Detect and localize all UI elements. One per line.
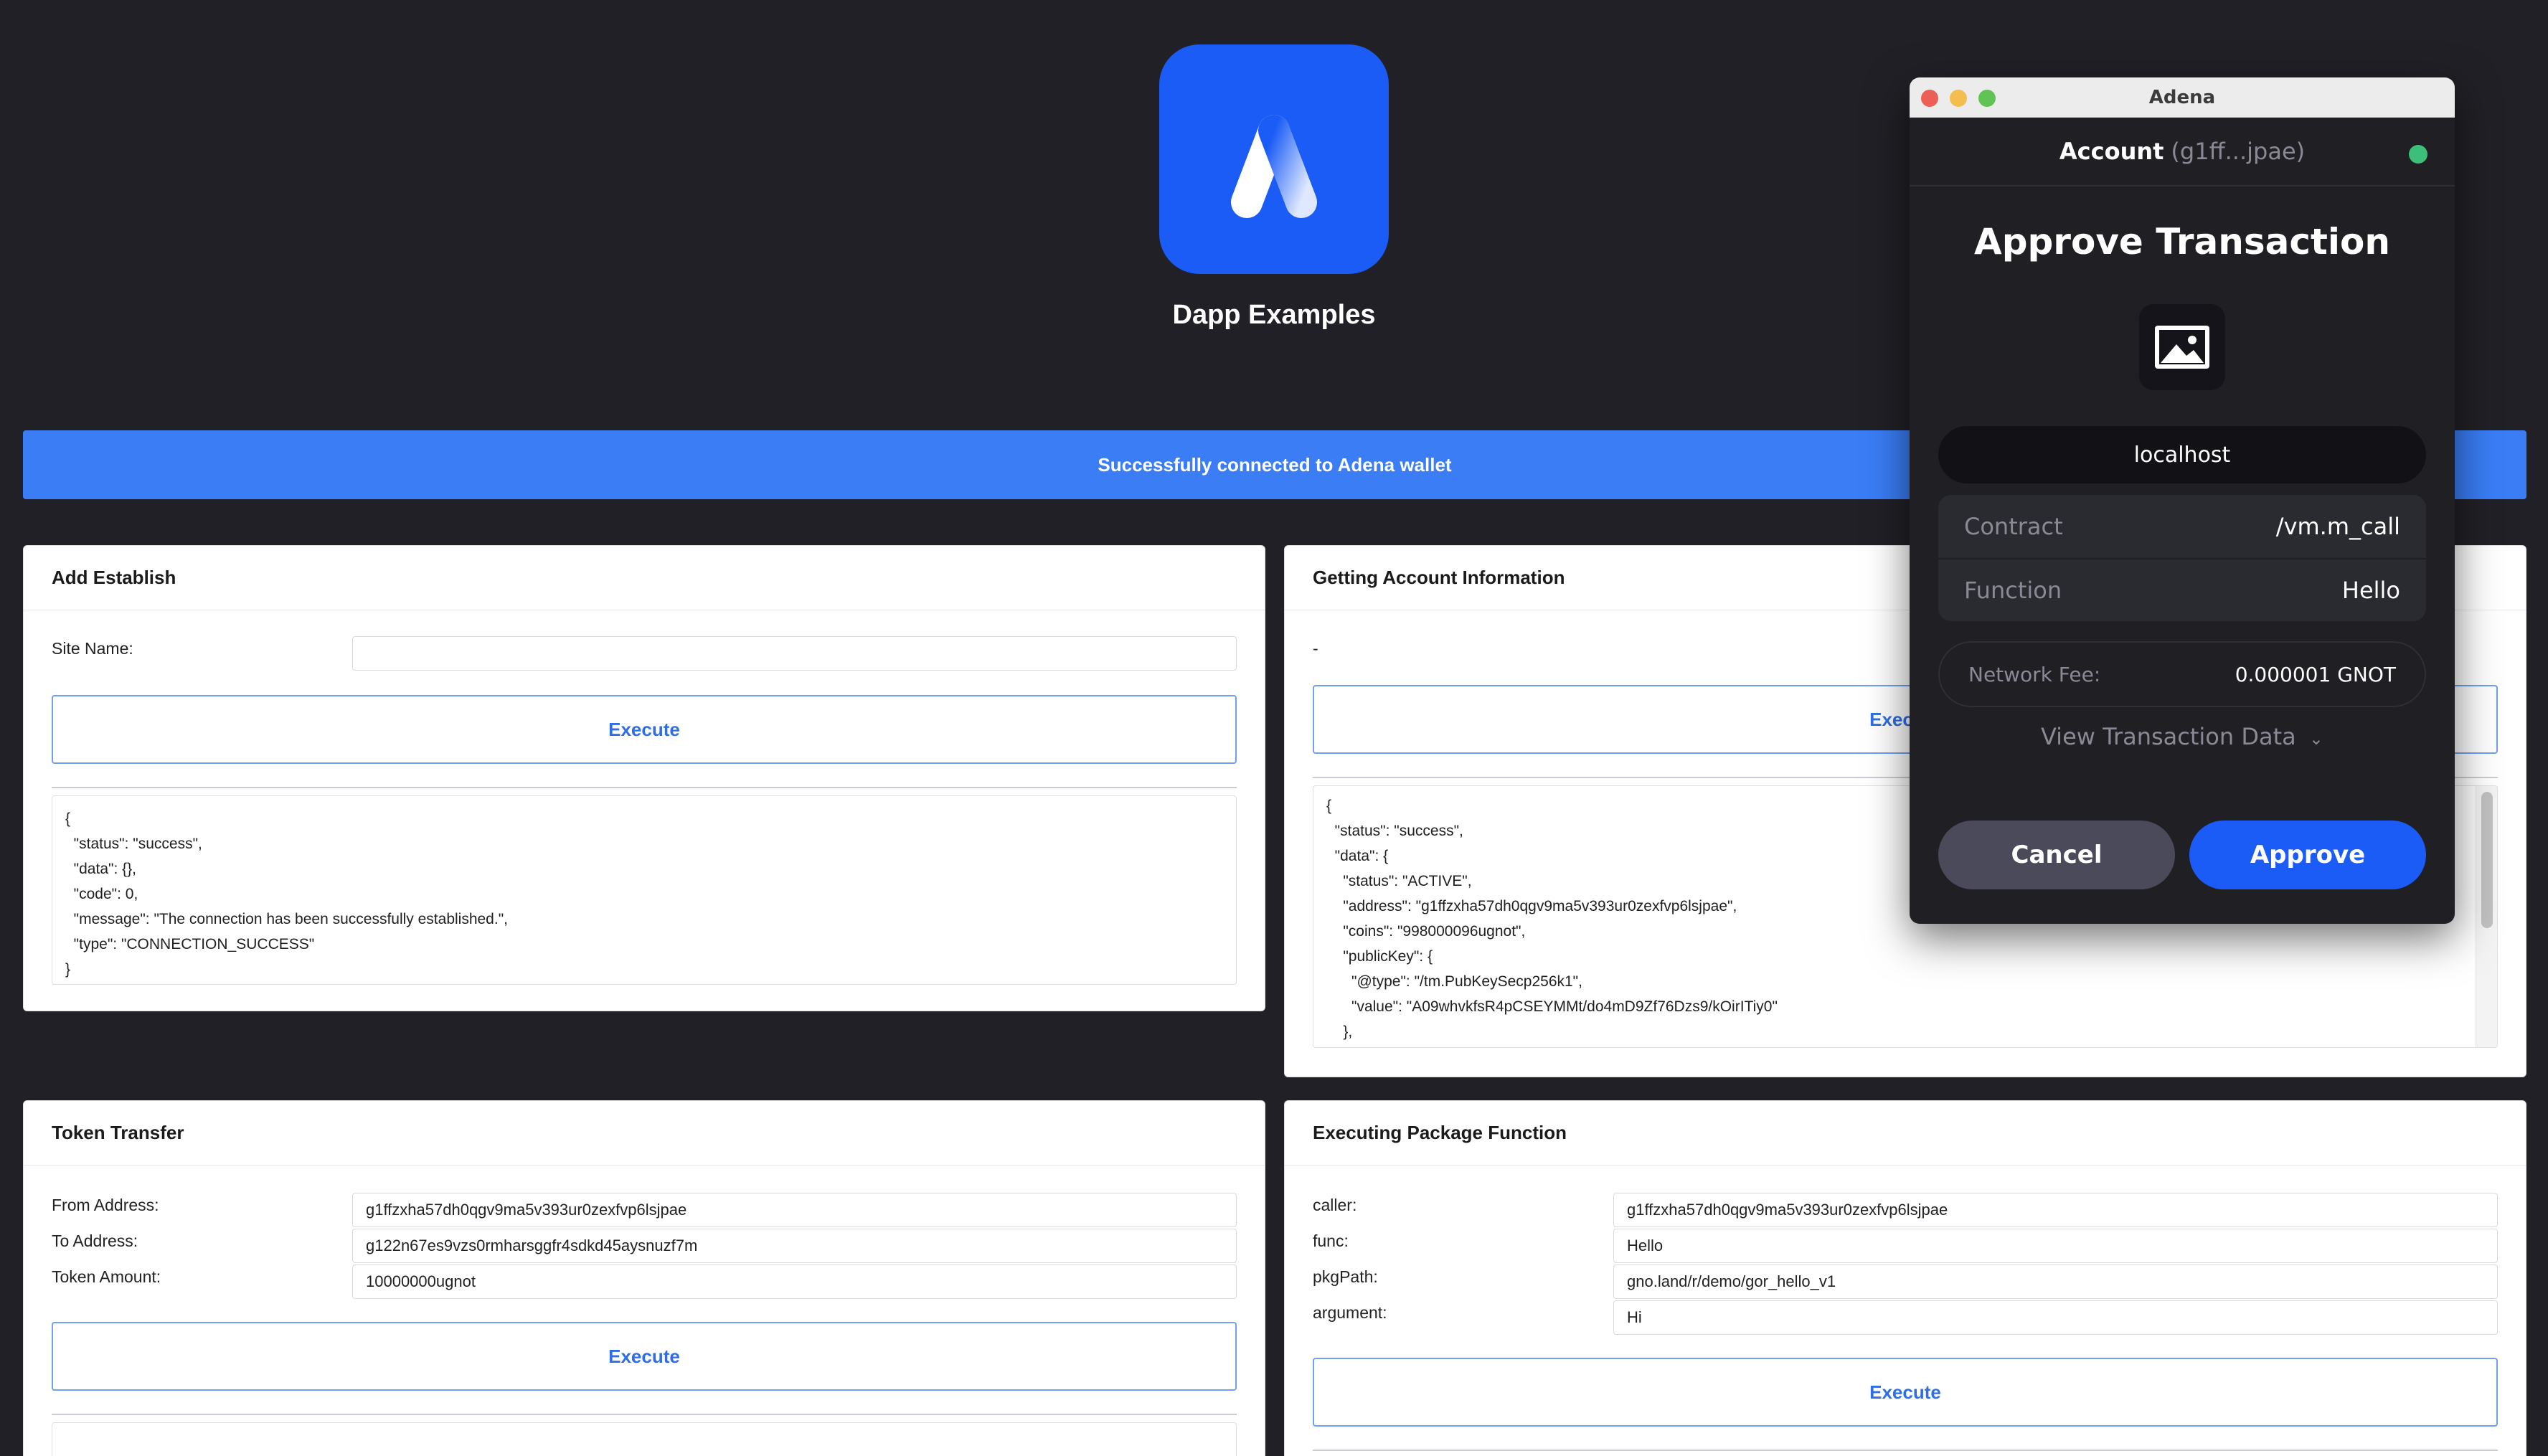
approve-transaction-heading: Approve Transaction — [1974, 221, 2390, 263]
func-label: func: — [1313, 1232, 1349, 1250]
cancel-button[interactable]: Cancel — [1938, 821, 2175, 889]
to-address-input[interactable] — [352, 1229, 1237, 1263]
token-amount-row: Token Amount: — [52, 1264, 1237, 1299]
add-establish-card: Add Establish Site Name: Execute { "stat… — [23, 545, 1265, 1011]
result-line: "value": "A09whvkfsR4pCSEYMMt/do4mD9Zf76… — [1326, 998, 1778, 1015]
func-input[interactable] — [1613, 1229, 2498, 1263]
result-line: "data": {}, — [65, 861, 136, 877]
from-address-row: From Address: — [52, 1193, 1237, 1227]
from-address-label: From Address: — [52, 1196, 159, 1214]
execute-button[interactable]: Execute — [52, 1322, 1237, 1391]
result-line: "@type": "/tm.PubKeySecp256k1", — [1326, 973, 1582, 990]
to-address-label: To Address: — [52, 1232, 138, 1250]
token-amount-input[interactable] — [352, 1264, 1237, 1299]
maximize-window-button[interactable] — [1978, 90, 1996, 107]
divider — [52, 1414, 1237, 1415]
result-line: }, — [1326, 1024, 1353, 1040]
approve-button[interactable]: Approve — [2189, 821, 2426, 889]
network-fee: Network Fee: 0.000001 GNOT — [1938, 641, 2426, 707]
function-value: Hello — [2341, 577, 2400, 604]
site-name-label: Site Name: — [52, 639, 133, 658]
func-row: func: — [1313, 1229, 2498, 1263]
divider — [1313, 1450, 2498, 1451]
result-line: "publicKey": { — [1326, 948, 1433, 965]
scrollbar-track[interactable] — [2476, 786, 2497, 1047]
window-title: Adena — [2148, 86, 2216, 108]
token-amount-label: Token Amount: — [52, 1267, 161, 1286]
contract-value: /vm.m_call — [2275, 513, 2400, 540]
result-line: "status": "success", — [65, 836, 202, 852]
account-address: (g1ff...jpae) — [2171, 138, 2306, 165]
pkgpath-label: pkgPath: — [1313, 1267, 1378, 1286]
card-title: Add Establish — [24, 546, 1265, 610]
view-transaction-data-label: View Transaction Data — [2040, 723, 2296, 750]
result-line: "type": "CONNECTION_SUCCESS" — [65, 936, 315, 952]
caller-input[interactable] — [1613, 1193, 2498, 1227]
card-title: Token Transfer — [24, 1101, 1265, 1166]
window-titlebar[interactable]: Adena — [1910, 77, 2455, 118]
pkgpath-input[interactable] — [1613, 1264, 2498, 1299]
function-label: Function — [1964, 577, 2062, 604]
account-dash: - — [1313, 639, 1318, 658]
execute-button[interactable]: Execute — [52, 695, 1237, 764]
scrollbar-thumb[interactable] — [2481, 792, 2493, 928]
app-logo — [1159, 44, 1389, 274]
site-name-input[interactable] — [352, 636, 1237, 671]
caller-row: caller: — [1313, 1193, 2498, 1227]
contract-label: Contract — [1964, 513, 2063, 540]
divider — [52, 787, 1237, 788]
pkgpath-row: pkgPath: — [1313, 1264, 2498, 1299]
network-fee-value: 0.000001 GNOT — [2235, 662, 2396, 686]
result-line: "message": "The connection has been succ… — [65, 911, 508, 927]
token-transfer-card: Token Transfer From Address: To Address:… — [23, 1100, 1265, 1456]
connection-status-dot — [2409, 145, 2427, 164]
close-window-button[interactable] — [1921, 90, 1938, 107]
result-line: } — [65, 961, 71, 978]
adena-wallet-popup: Adena Account (g1ff...jpae) Approve Tran… — [1910, 77, 2455, 924]
minimize-window-button[interactable] — [1950, 90, 1967, 107]
chevron-down-icon: ⌄ — [2308, 729, 2324, 749]
result-line: { — [65, 810, 71, 827]
card-title: Executing Package Function — [1285, 1101, 2526, 1166]
image-placeholder-icon — [2139, 304, 2225, 390]
contract-row: Contract /vm.m_call — [1938, 495, 2426, 558]
result-line: "code": 0, — [65, 886, 138, 902]
transaction-details: Contract /vm.m_call Function Hello — [1938, 495, 2426, 621]
network-fee-label: Network Fee: — [1968, 662, 2101, 686]
package-function-card: Executing Package Function caller: func:… — [1284, 1100, 2526, 1456]
from-address-input[interactable] — [352, 1193, 1237, 1227]
account-bar: Account (g1ff...jpae) — [1910, 118, 2455, 186]
argument-row: argument: — [1313, 1300, 2498, 1335]
argument-input[interactable] — [1613, 1300, 2498, 1335]
result-output — [52, 1422, 1237, 1456]
to-address-row: To Address: — [52, 1229, 1237, 1263]
result-output: { "status": "success", "data": {}, "code… — [52, 795, 1237, 985]
view-transaction-data-toggle[interactable]: View Transaction Data ⌄ — [1910, 723, 2455, 750]
site-domain: localhost — [1938, 426, 2426, 483]
adena-logo-icon — [1231, 115, 1317, 218]
site-name-row: Site Name: — [52, 636, 1237, 671]
argument-label: argument: — [1313, 1303, 1387, 1322]
caller-label: caller: — [1313, 1196, 1357, 1214]
account-label: Account — [2059, 138, 2164, 165]
execute-button[interactable]: Execute — [1313, 1358, 2498, 1427]
function-row: Function Hello — [1938, 558, 2426, 621]
